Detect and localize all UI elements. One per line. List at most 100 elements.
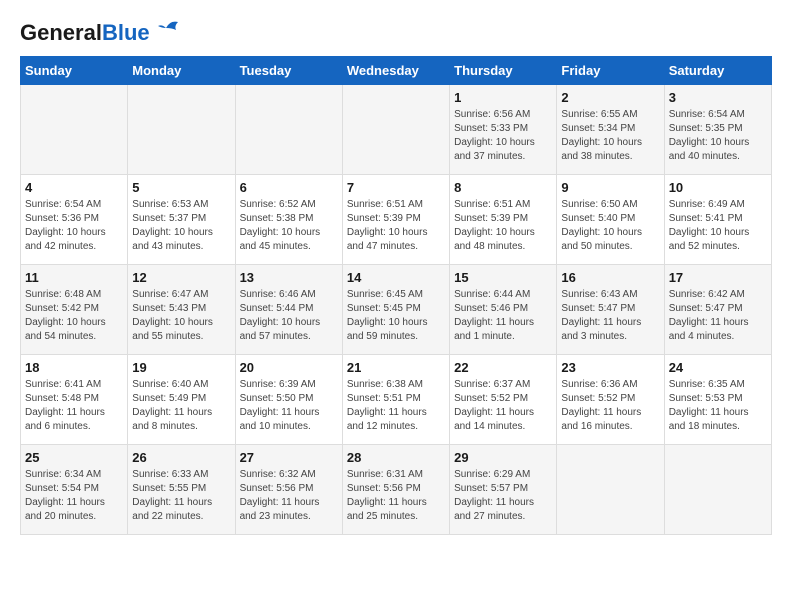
calendar-cell: 27Sunrise: 6:32 AMSunset: 5:56 PMDayligh…: [235, 445, 342, 535]
calendar-cell: 7 Sunrise: 6:51 AMSunset: 5:39 PMDaylight…: [342, 175, 449, 265]
calendar-cell: [664, 445, 771, 535]
day-details: Sunrise: 6:51 AMSunset: 5:39 PMDaylight:…: [347, 198, 445, 254]
logo-general: General: [20, 20, 102, 45]
day-details: Sunrise: 6:55 AMSunset: 5:34 PMDaylight:…: [561, 108, 659, 164]
logo: GeneralBlue: [20, 20, 184, 46]
weekday-wednesday: Wednesday: [342, 57, 449, 85]
day-details: Sunrise: 6:46 AMSunset: 5:44 PMDaylight:…: [240, 288, 338, 344]
day-number: 13: [240, 270, 338, 285]
day-details: Sunrise: 6:56 AMSunset: 5:33 PMDaylight:…: [454, 108, 552, 164]
day-number: 16: [561, 270, 659, 285]
day-details: Sunrise: 6:42 AMSunset: 5:47 PMDaylight:…: [669, 288, 767, 344]
day-details: Sunrise: 6:44 AMSunset: 5:46 PMDaylight:…: [454, 288, 552, 344]
calendar-cell: 24Sunrise: 6:35 AMSunset: 5:53 PMDayligh…: [664, 355, 771, 445]
day-number: 19: [132, 360, 230, 375]
day-details: Sunrise: 6:43 AMSunset: 5:47 PMDaylight:…: [561, 288, 659, 344]
calendar-cell: 3Sunrise: 6:54 AMSunset: 5:35 PMDaylight…: [664, 85, 771, 175]
calendar-cell: 2 Sunrise: 6:55 AMSunset: 5:34 PMDaylight…: [557, 85, 664, 175]
day-number: 11: [25, 270, 123, 285]
day-number: 2: [561, 90, 659, 105]
weekday-sunday: Sunday: [21, 57, 128, 85]
day-number: 17: [669, 270, 767, 285]
calendar-cell: 6 Sunrise: 6:52 AMSunset: 5:38 PMDaylight…: [235, 175, 342, 265]
day-details: Sunrise: 6:48 AMSunset: 5:42 PMDaylight:…: [25, 288, 123, 344]
calendar-cell: 25 Sunrise: 6:34 AMSunset: 5:54 PMDayligh…: [21, 445, 128, 535]
day-number: 1: [454, 90, 552, 105]
day-details: Sunrise: 6:47 AMSunset: 5:43 PMDaylight:…: [132, 288, 230, 344]
weekday-monday: Monday: [128, 57, 235, 85]
calendar-cell: 1 Sunrise: 6:56 AMSunset: 5:33 PMDaylight…: [450, 85, 557, 175]
day-number: 25: [25, 450, 123, 465]
day-details: Sunrise: 6:35 AMSunset: 5:53 PMDaylight:…: [669, 378, 767, 434]
calendar-cell: 14Sunrise: 6:45 AMSunset: 5:45 PMDayligh…: [342, 265, 449, 355]
header: GeneralBlue: [20, 20, 772, 46]
day-number: 26: [132, 450, 230, 465]
logo-blue: Blue: [102, 20, 150, 45]
calendar-cell: 21Sunrise: 6:38 AMSunset: 5:51 PMDayligh…: [342, 355, 449, 445]
calendar-cell: [557, 445, 664, 535]
calendar-cell: 18 Sunrise: 6:41 AMSunset: 5:48 PMDayligh…: [21, 355, 128, 445]
calendar-cell: 29 Sunrise: 6:29 AMSunset: 5:57 PMDayligh…: [450, 445, 557, 535]
day-details: Sunrise: 6:38 AMSunset: 5:51 PMDaylight:…: [347, 378, 445, 434]
day-details: Sunrise: 6:53 AMSunset: 5:37 PMDaylight:…: [132, 198, 230, 254]
day-number: 6: [240, 180, 338, 195]
calendar-body: 1 Sunrise: 6:56 AMSunset: 5:33 PMDaylight…: [21, 85, 772, 535]
day-details: Sunrise: 6:52 AMSunset: 5:38 PMDaylight:…: [240, 198, 338, 254]
calendar-cell: [342, 85, 449, 175]
calendar-cell: 11 Sunrise: 6:48 AMSunset: 5:42 PMDayligh…: [21, 265, 128, 355]
day-number: 28: [347, 450, 445, 465]
day-details: Sunrise: 6:31 AMSunset: 5:56 PMDaylight:…: [347, 468, 445, 524]
calendar-cell: 26 Sunrise: 6:33 AMSunset: 5:55 PMDayligh…: [128, 445, 235, 535]
calendar-week-1: 1 Sunrise: 6:56 AMSunset: 5:33 PMDaylight…: [21, 85, 772, 175]
day-details: Sunrise: 6:29 AMSunset: 5:57 PMDaylight:…: [454, 468, 552, 524]
calendar-week-5: 25 Sunrise: 6:34 AMSunset: 5:54 PMDayligh…: [21, 445, 772, 535]
day-details: Sunrise: 6:49 AMSunset: 5:41 PMDaylight:…: [669, 198, 767, 254]
day-number: 12: [132, 270, 230, 285]
day-details: Sunrise: 6:50 AMSunset: 5:40 PMDaylight:…: [561, 198, 659, 254]
day-number: 15: [454, 270, 552, 285]
calendar-week-2: 4Sunrise: 6:54 AMSunset: 5:36 PMDaylight…: [21, 175, 772, 265]
weekday-saturday: Saturday: [664, 57, 771, 85]
calendar-cell: 12 Sunrise: 6:47 AMSunset: 5:43 PMDayligh…: [128, 265, 235, 355]
day-number: 10: [669, 180, 767, 195]
calendar-cell: 22 Sunrise: 6:37 AMSunset: 5:52 PMDayligh…: [450, 355, 557, 445]
calendar-cell: [21, 85, 128, 175]
day-details: Sunrise: 6:41 AMSunset: 5:48 PMDaylight:…: [25, 378, 123, 434]
day-details: Sunrise: 6:40 AMSunset: 5:49 PMDaylight:…: [132, 378, 230, 434]
calendar-cell: 23 Sunrise: 6:36 AMSunset: 5:52 PMDayligh…: [557, 355, 664, 445]
day-number: 23: [561, 360, 659, 375]
day-number: 8: [454, 180, 552, 195]
calendar-header: SundayMondayTuesdayWednesdayThursdayFrid…: [21, 57, 772, 85]
day-details: Sunrise: 6:54 AMSunset: 5:35 PMDaylight:…: [669, 108, 767, 164]
day-details: Sunrise: 6:33 AMSunset: 5:55 PMDaylight:…: [132, 468, 230, 524]
logo-bird-icon: [156, 18, 184, 40]
weekday-tuesday: Tuesday: [235, 57, 342, 85]
calendar-cell: 20Sunrise: 6:39 AMSunset: 5:50 PMDayligh…: [235, 355, 342, 445]
day-number: 18: [25, 360, 123, 375]
day-details: Sunrise: 6:37 AMSunset: 5:52 PMDaylight:…: [454, 378, 552, 434]
calendar-cell: 15 Sunrise: 6:44 AMSunset: 5:46 PMDayligh…: [450, 265, 557, 355]
calendar-cell: 9 Sunrise: 6:50 AMSunset: 5:40 PMDaylight…: [557, 175, 664, 265]
calendar-cell: 13 Sunrise: 6:46 AMSunset: 5:44 PMDayligh…: [235, 265, 342, 355]
calendar-cell: 5Sunrise: 6:53 AMSunset: 5:37 PMDaylight…: [128, 175, 235, 265]
day-number: 7: [347, 180, 445, 195]
calendar-week-3: 11 Sunrise: 6:48 AMSunset: 5:42 PMDayligh…: [21, 265, 772, 355]
day-number: 14: [347, 270, 445, 285]
day-number: 29: [454, 450, 552, 465]
weekday-header-row: SundayMondayTuesdayWednesdayThursdayFrid…: [21, 57, 772, 85]
calendar-week-4: 18 Sunrise: 6:41 AMSunset: 5:48 PMDayligh…: [21, 355, 772, 445]
calendar-cell: [128, 85, 235, 175]
calendar-cell: 19 Sunrise: 6:40 AMSunset: 5:49 PMDayligh…: [128, 355, 235, 445]
day-number: 9: [561, 180, 659, 195]
day-details: Sunrise: 6:54 AMSunset: 5:36 PMDaylight:…: [25, 198, 123, 254]
day-details: Sunrise: 6:34 AMSunset: 5:54 PMDaylight:…: [25, 468, 123, 524]
day-number: 22: [454, 360, 552, 375]
day-details: Sunrise: 6:36 AMSunset: 5:52 PMDaylight:…: [561, 378, 659, 434]
calendar-cell: [235, 85, 342, 175]
calendar-table: SundayMondayTuesdayWednesdayThursdayFrid…: [20, 56, 772, 535]
day-number: 27: [240, 450, 338, 465]
calendar-cell: 28 Sunrise: 6:31 AMSunset: 5:56 PMDayligh…: [342, 445, 449, 535]
calendar-cell: 17 Sunrise: 6:42 AMSunset: 5:47 PMDayligh…: [664, 265, 771, 355]
day-details: Sunrise: 6:39 AMSunset: 5:50 PMDaylight:…: [240, 378, 338, 434]
calendar-cell: 10 Sunrise: 6:49 AMSunset: 5:41 PMDayligh…: [664, 175, 771, 265]
